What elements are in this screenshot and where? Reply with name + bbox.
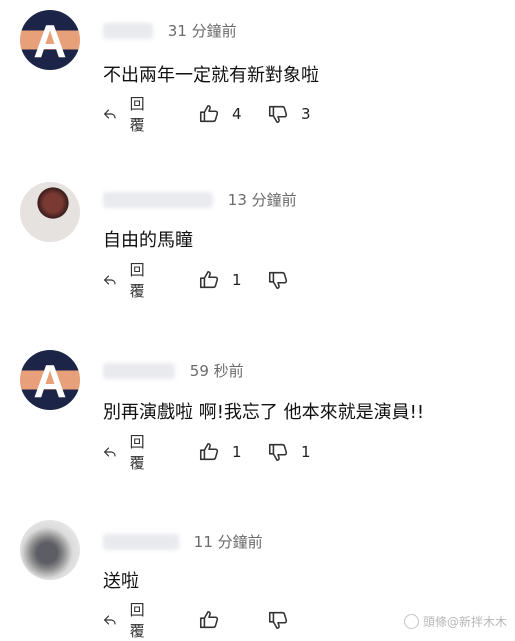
comment-text: 自由的馬瞳 xyxy=(103,230,193,251)
comment-text: 不出兩年一定就有新對象啦 xyxy=(103,65,319,86)
comment-time: 31 分鐘前 xyxy=(167,22,237,40)
watermark-text: 頭條@新拌木木 xyxy=(422,615,507,629)
dislike-button[interactable]: 1 xyxy=(267,440,311,464)
comment-time: 11 分鐘前 xyxy=(193,533,263,551)
reply-label: 回覆 xyxy=(129,95,145,134)
thumbs-down-icon xyxy=(268,611,288,630)
avatar-letter: A xyxy=(33,15,67,67)
reply-icon xyxy=(104,615,116,625)
reply-button[interactable]: 回覆 xyxy=(102,601,151,640)
dislike-button[interactable] xyxy=(267,608,301,632)
avatar[interactable]: A xyxy=(20,10,80,70)
reply-button[interactable]: 回覆 xyxy=(102,433,151,472)
like-button[interactable]: 1 xyxy=(198,268,242,292)
like-count: 1 xyxy=(232,271,242,289)
comment-time: 13 分鐘前 xyxy=(227,191,297,209)
thumbs-up-icon xyxy=(199,442,219,461)
reply-icon xyxy=(104,447,116,457)
thumbs-up-icon xyxy=(199,610,219,629)
username-blurred[interactable] xyxy=(103,191,213,208)
username-blurred[interactable] xyxy=(103,362,175,379)
like-button[interactable]: 1 xyxy=(198,440,242,464)
comment-meta: 59 秒前 xyxy=(103,360,244,382)
reply-icon xyxy=(104,109,116,119)
reply-label: 回覆 xyxy=(129,433,145,472)
reply-label: 回覆 xyxy=(129,601,145,640)
thumbs-down-icon xyxy=(268,443,288,462)
avatar-letter: A xyxy=(33,355,67,407)
dislike-count: 1 xyxy=(301,443,311,461)
reply-icon xyxy=(104,275,116,285)
watermark-logo-icon xyxy=(403,614,419,629)
dislike-button[interactable] xyxy=(267,268,301,292)
reply-button[interactable]: 回覆 xyxy=(102,95,151,134)
username-blurred[interactable] xyxy=(103,533,179,550)
like-button[interactable] xyxy=(198,608,232,632)
avatar[interactable] xyxy=(20,182,80,242)
thumbs-up-icon xyxy=(199,104,219,123)
comment-meta: 31 分鐘前 xyxy=(103,20,237,42)
like-count: 1 xyxy=(232,443,242,461)
comment-meta: 11 分鐘前 xyxy=(103,531,263,553)
avatar[interactable] xyxy=(20,520,80,580)
dislike-button[interactable]: 3 xyxy=(267,102,311,126)
thumbs-up-icon xyxy=(199,270,219,289)
comment-time: 59 秒前 xyxy=(189,362,244,380)
comment-text: 別再演戲啦 啊!我忘了 他本來就是演員!! xyxy=(103,402,425,423)
comment-meta: 13 分鐘前 xyxy=(103,189,297,211)
like-count: 4 xyxy=(232,105,242,123)
thumbs-down-icon xyxy=(268,271,288,290)
username-blurred[interactable] xyxy=(103,22,153,39)
like-button[interactable]: 4 xyxy=(198,102,242,126)
avatar[interactable]: A xyxy=(20,350,80,410)
comment-text: 送啦 xyxy=(103,571,139,592)
thumbs-down-icon xyxy=(268,105,288,124)
reply-button[interactable]: 回覆 xyxy=(102,261,151,300)
dislike-count: 3 xyxy=(301,105,311,123)
reply-label: 回覆 xyxy=(129,261,145,300)
watermark: 頭條@新拌木木 xyxy=(403,613,507,630)
